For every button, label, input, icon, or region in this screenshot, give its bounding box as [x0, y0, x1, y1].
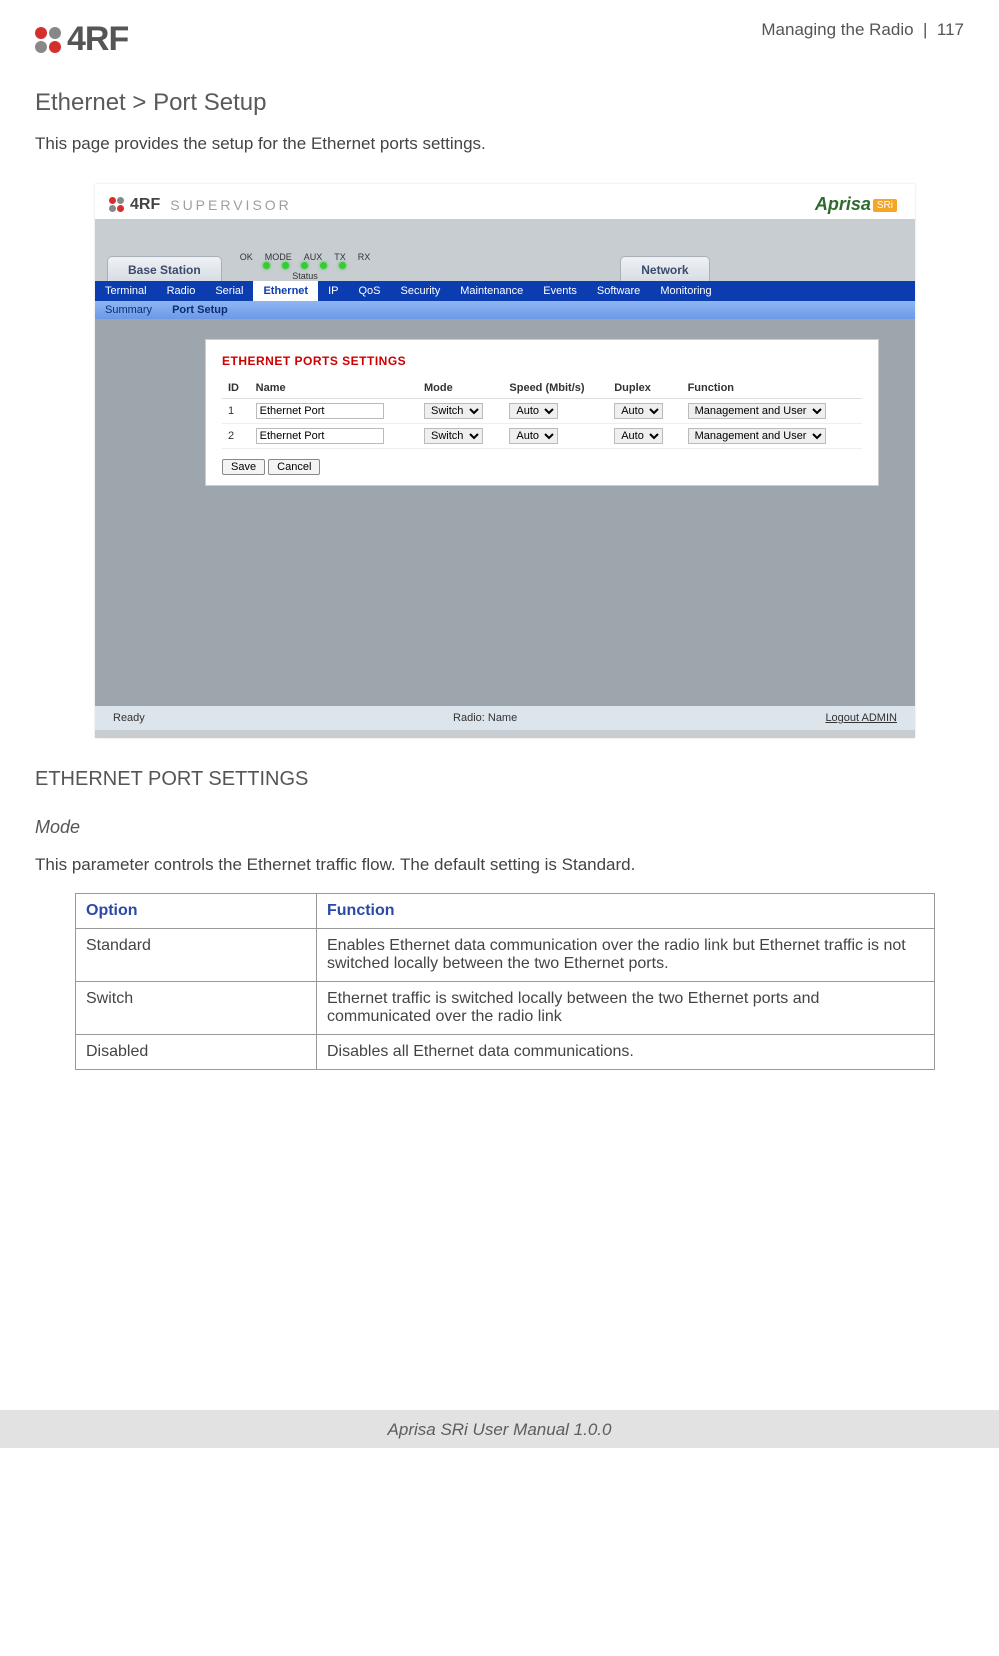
- lead-text: This page provides the setup for the Eth…: [35, 134, 964, 154]
- led-icon: [301, 262, 308, 269]
- led-icon: [320, 262, 327, 269]
- function-select[interactable]: Management and User: [688, 428, 826, 444]
- col-function: Function: [682, 378, 862, 399]
- panel-title: ETHERNET PORTS SETTINGS: [222, 354, 862, 368]
- cancel-button[interactable]: Cancel: [268, 459, 320, 475]
- mode-select[interactable]: Switch: [424, 403, 483, 419]
- col-id: ID: [222, 378, 250, 399]
- ui-screenshot: 4RF SUPERVISOR AprisaSRi Base Station OK…: [95, 184, 915, 738]
- nav-qos[interactable]: QoS: [348, 281, 390, 301]
- ports-panel: ETHERNET PORTS SETTINGS ID Name Mode Spe…: [205, 339, 879, 486]
- save-button[interactable]: Save: [222, 459, 265, 475]
- nav-ethernet[interactable]: Ethernet: [253, 281, 318, 301]
- logo-text: 4RF: [67, 20, 128, 59]
- section-name: Managing the Radio: [761, 20, 913, 39]
- nav-terminal[interactable]: Terminal: [95, 281, 157, 301]
- port-name-input[interactable]: [256, 403, 384, 419]
- section-title: ETHERNET PORT SETTINGS: [35, 768, 964, 791]
- nav-monitoring[interactable]: Monitoring: [650, 281, 721, 301]
- col-option: Option: [76, 894, 317, 929]
- status-bar: Ready Radio: Name Logout ADMIN: [95, 706, 915, 730]
- subsection-desc: This parameter controls the Ethernet tra…: [35, 855, 964, 875]
- supervisor-word: SUPERVISOR: [170, 197, 292, 213]
- sub-nav: Summary Port Setup: [95, 301, 915, 319]
- led-icon: [282, 262, 289, 269]
- logo-dots-icon: [109, 197, 124, 212]
- nav-security[interactable]: Security: [391, 281, 451, 301]
- nav-maintenance[interactable]: Maintenance: [450, 281, 533, 301]
- breadcrumb: Ethernet > Port Setup: [35, 89, 964, 117]
- port-name-input[interactable]: [256, 428, 384, 444]
- nav-radio[interactable]: Radio: [157, 281, 206, 301]
- status-mid: Radio: Name: [453, 712, 517, 724]
- brand-logo: 4RF: [35, 20, 128, 59]
- nav-software[interactable]: Software: [587, 281, 650, 301]
- table-row: Disabled Disables all Ethernet data comm…: [76, 1035, 935, 1070]
- page-number: 117: [937, 20, 964, 39]
- page-footer: Aprisa SRi User Manual 1.0.0: [0, 1410, 999, 1448]
- table-row: Standard Enables Ethernet data communica…: [76, 929, 935, 982]
- table-row: 1 Switch Auto Auto Management and User: [222, 399, 862, 424]
- ports-table: ID Name Mode Speed (Mbit/s) Duplex Funct…: [222, 378, 862, 449]
- led-icon: [263, 262, 270, 269]
- led-icon: [339, 262, 346, 269]
- status-leds: OK MODE AUX TX RX Status: [240, 252, 371, 281]
- col-name: Name: [250, 378, 418, 399]
- supervisor-logo: 4RF SUPERVISOR: [109, 196, 292, 214]
- table-row: 2 Switch Auto Auto Management and User: [222, 424, 862, 449]
- nav-events[interactable]: Events: [533, 281, 587, 301]
- status-left: Ready: [113, 712, 145, 724]
- tab-base-station[interactable]: Base Station: [107, 256, 222, 281]
- options-table: Option Function Standard Enables Etherne…: [75, 893, 935, 1070]
- subnav-summary[interactable]: Summary: [95, 301, 162, 319]
- duplex-select[interactable]: Auto: [614, 428, 663, 444]
- logo-dots-icon: [35, 27, 61, 53]
- col-mode: Mode: [418, 378, 503, 399]
- nav-ip[interactable]: IP: [318, 281, 348, 301]
- supervisor-brand: 4RF: [130, 196, 160, 214]
- table-row: Switch Ethernet traffic is switched loca…: [76, 982, 935, 1035]
- col-speed: Speed (Mbit/s): [503, 378, 608, 399]
- col-function: Function: [317, 894, 935, 929]
- main-nav: Terminal Radio Serial Ethernet IP QoS Se…: [95, 281, 915, 301]
- nav-serial[interactable]: Serial: [205, 281, 253, 301]
- speed-select[interactable]: Auto: [509, 428, 558, 444]
- mode-select[interactable]: Switch: [424, 428, 483, 444]
- tab-network[interactable]: Network: [620, 256, 709, 281]
- logout-link[interactable]: Logout ADMIN: [825, 712, 897, 724]
- duplex-select[interactable]: Auto: [614, 403, 663, 419]
- subnav-port-setup[interactable]: Port Setup: [162, 301, 238, 319]
- col-duplex: Duplex: [608, 378, 681, 399]
- page-header: 4RF Managing the Radio | 117: [35, 20, 964, 59]
- subsection-title: Mode: [35, 817, 964, 838]
- function-select[interactable]: Management and User: [688, 403, 826, 419]
- header-right: Managing the Radio | 117: [761, 20, 964, 40]
- speed-select[interactable]: Auto: [509, 403, 558, 419]
- aprisa-logo: AprisaSRi: [815, 194, 897, 215]
